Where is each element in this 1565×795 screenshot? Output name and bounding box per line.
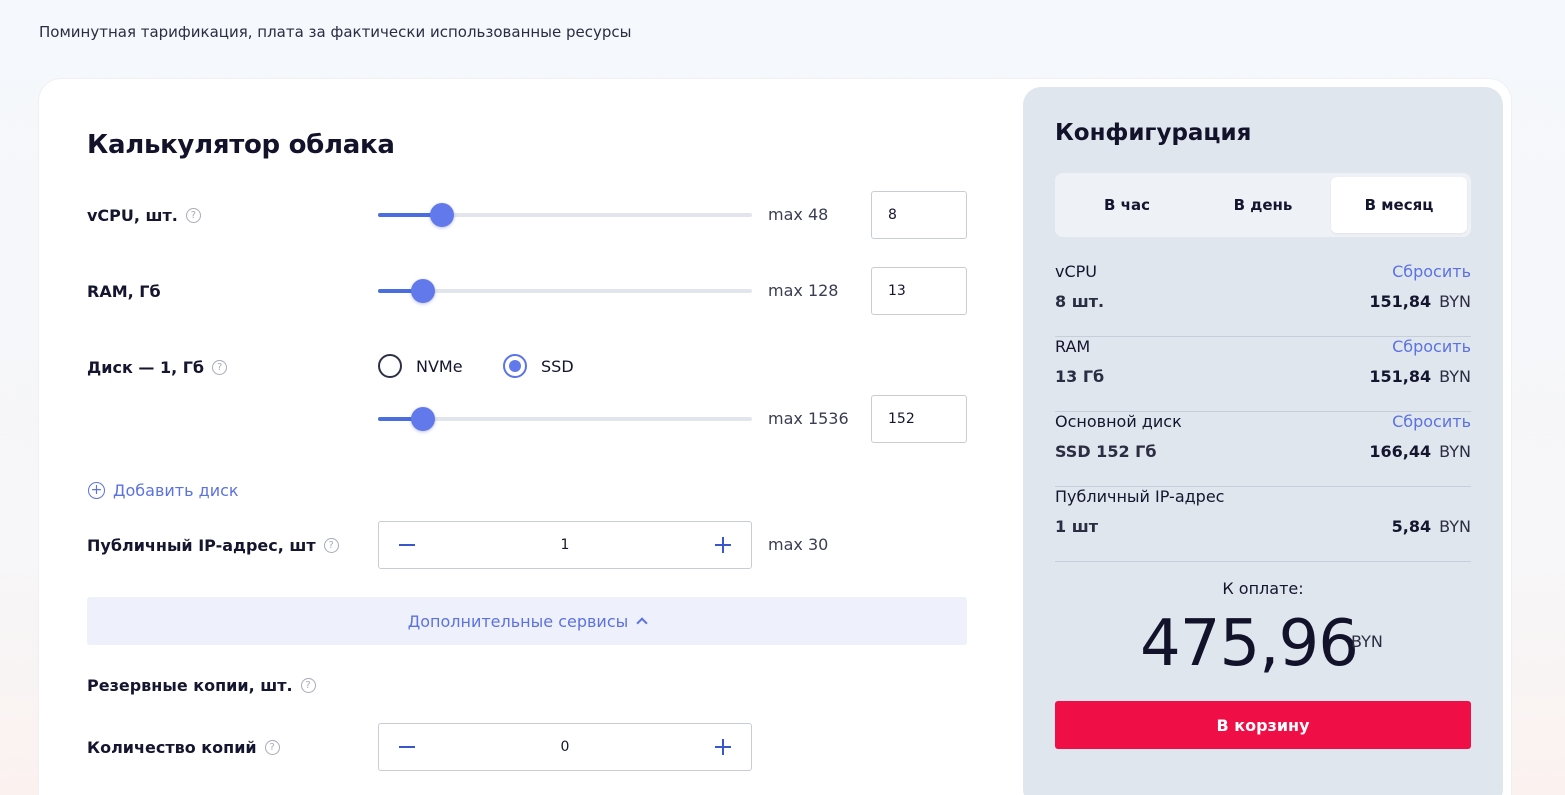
reset-link[interactable]: Сбросить bbox=[1392, 337, 1471, 356]
disk-label: Диск — 1, Гб bbox=[87, 357, 205, 377]
ram-slider[interactable] bbox=[378, 279, 752, 303]
copies-label: Количество копий bbox=[87, 737, 257, 757]
ram-max: max 128 bbox=[768, 281, 839, 300]
config-item-detail: 8 шт. bbox=[1055, 292, 1105, 311]
public-ip-label-row: Публичный IP-адрес, шт ? bbox=[87, 533, 339, 557]
slider-handle[interactable] bbox=[410, 279, 435, 303]
help-icon[interactable]: ? bbox=[264, 739, 280, 755]
price-value: 151,84 bbox=[1369, 292, 1432, 311]
plus-circle-icon: + bbox=[88, 481, 105, 499]
config-item-price: 166,44 BYN bbox=[1369, 442, 1471, 461]
plus-icon[interactable] bbox=[713, 737, 733, 757]
total-currency: BYN bbox=[1351, 632, 1383, 651]
extra-services-label: Дополнительные сервисы bbox=[407, 611, 629, 631]
vcpu-label: vCPU, шт. bbox=[87, 205, 178, 225]
backups-label: Резервные копии, шт. bbox=[87, 675, 293, 695]
radio-unchecked-icon bbox=[378, 354, 402, 378]
add-to-cart-button[interactable]: В корзину bbox=[1055, 701, 1471, 749]
config-item-price: 151,84 BYN bbox=[1369, 367, 1471, 386]
vcpu-slider[interactable] bbox=[378, 203, 752, 227]
radio-checked-icon bbox=[503, 354, 527, 378]
period-day[interactable]: В день bbox=[1195, 177, 1331, 233]
copies-value[interactable]: 0 bbox=[561, 739, 570, 755]
plus-icon[interactable] bbox=[713, 535, 733, 555]
calculator-title: Калькулятор облака bbox=[87, 130, 395, 160]
config-item-name: RAM bbox=[1055, 337, 1091, 356]
config-item-name: vCPU bbox=[1055, 262, 1097, 281]
price-value: 5,84 bbox=[1391, 517, 1432, 536]
ram-label: RAM, Гб bbox=[87, 281, 161, 301]
disk-type-ssd[interactable]: SSD bbox=[503, 354, 574, 378]
config-item-detail: 1 шт bbox=[1055, 517, 1098, 536]
help-icon[interactable]: ? bbox=[323, 537, 339, 553]
public-ip-max: max 30 bbox=[768, 535, 829, 554]
total-label: К оплате: bbox=[1222, 579, 1304, 598]
slider-handle[interactable] bbox=[410, 407, 435, 431]
copies-label-row: Количество копий ? bbox=[87, 735, 280, 759]
config-item-name: Основной диск bbox=[1055, 412, 1182, 431]
total-amount: 475,96 bbox=[1140, 607, 1359, 681]
config-item-detail: 13 Гб bbox=[1055, 367, 1105, 386]
price-currency: BYN bbox=[1439, 367, 1471, 386]
period-month[interactable]: В месяц bbox=[1331, 177, 1467, 233]
vcpu-max: max 48 bbox=[768, 205, 829, 224]
price-currency: BYN bbox=[1439, 292, 1471, 311]
config-item-vcpu: vCPU Сбросить 8 шт. 151,84 BYN bbox=[1055, 262, 1471, 337]
price-currency: BYN bbox=[1439, 517, 1471, 536]
config-item-disk: Основной диск Сбросить SSD 152 Гб 166,44… bbox=[1055, 412, 1471, 487]
disk-label-row: Диск — 1, Гб ? bbox=[87, 355, 228, 379]
reset-link[interactable]: Сбросить bbox=[1392, 412, 1471, 431]
configuration-title: Конфигурация bbox=[1055, 120, 1252, 146]
vcpu-input[interactable]: 8 bbox=[871, 191, 967, 239]
help-icon[interactable]: ? bbox=[300, 677, 316, 693]
price-value: 151,84 bbox=[1369, 367, 1432, 386]
minus-icon[interactable] bbox=[397, 535, 417, 555]
disk-input[interactable]: 152 bbox=[871, 395, 967, 443]
public-ip-value[interactable]: 1 bbox=[561, 537, 570, 553]
add-disk-label: Добавить диск bbox=[113, 480, 239, 500]
ram-input[interactable]: 13 bbox=[871, 267, 967, 315]
slider-handle[interactable] bbox=[429, 203, 454, 227]
radio-label: SSD bbox=[541, 356, 574, 376]
radio-label: NVMe bbox=[416, 356, 463, 376]
ram-label-row: RAM, Гб bbox=[87, 279, 161, 303]
reset-link[interactable]: Сбросить bbox=[1392, 262, 1471, 281]
config-item-ram: RAM Сбросить 13 Гб 151,84 BYN bbox=[1055, 337, 1471, 412]
add-disk-button[interactable]: + Добавить диск bbox=[88, 478, 239, 502]
price-currency: BYN bbox=[1439, 442, 1471, 461]
config-item-detail: SSD 152 Гб bbox=[1055, 442, 1157, 461]
period-switch: В час В день В месяц bbox=[1055, 173, 1471, 237]
disk-slider[interactable] bbox=[378, 407, 752, 431]
backups-label-row: Резервные копии, шт. ? bbox=[87, 673, 316, 697]
disk-type-nvme[interactable]: NVMe bbox=[378, 354, 463, 378]
help-icon[interactable]: ? bbox=[185, 207, 201, 223]
minus-icon[interactable] bbox=[397, 737, 417, 757]
config-item-name: Публичный IP-адрес bbox=[1055, 487, 1225, 506]
config-item-public-ip: Публичный IP-адрес 1 шт 5,84 BYN bbox=[1055, 487, 1471, 562]
config-item-price: 5,84 BYN bbox=[1392, 517, 1471, 536]
help-icon[interactable]: ? bbox=[212, 359, 228, 375]
vcpu-label-row: vCPU, шт. ? bbox=[87, 203, 201, 227]
page-subtitle: Поминутная тарификация, плата за фактиче… bbox=[39, 23, 632, 41]
config-item-price: 151,84 BYN bbox=[1369, 292, 1471, 311]
public-ip-label: Публичный IP-адрес, шт bbox=[87, 535, 316, 555]
chevron-up-icon bbox=[636, 617, 648, 629]
price-value: 166,44 bbox=[1369, 442, 1432, 461]
public-ip-stepper: 1 bbox=[378, 521, 752, 569]
extra-services-toggle[interactable]: Дополнительные сервисы bbox=[87, 597, 967, 645]
period-hour[interactable]: В час bbox=[1059, 177, 1195, 233]
disk-max: max 1536 bbox=[768, 409, 849, 428]
copies-stepper: 0 bbox=[378, 723, 752, 771]
